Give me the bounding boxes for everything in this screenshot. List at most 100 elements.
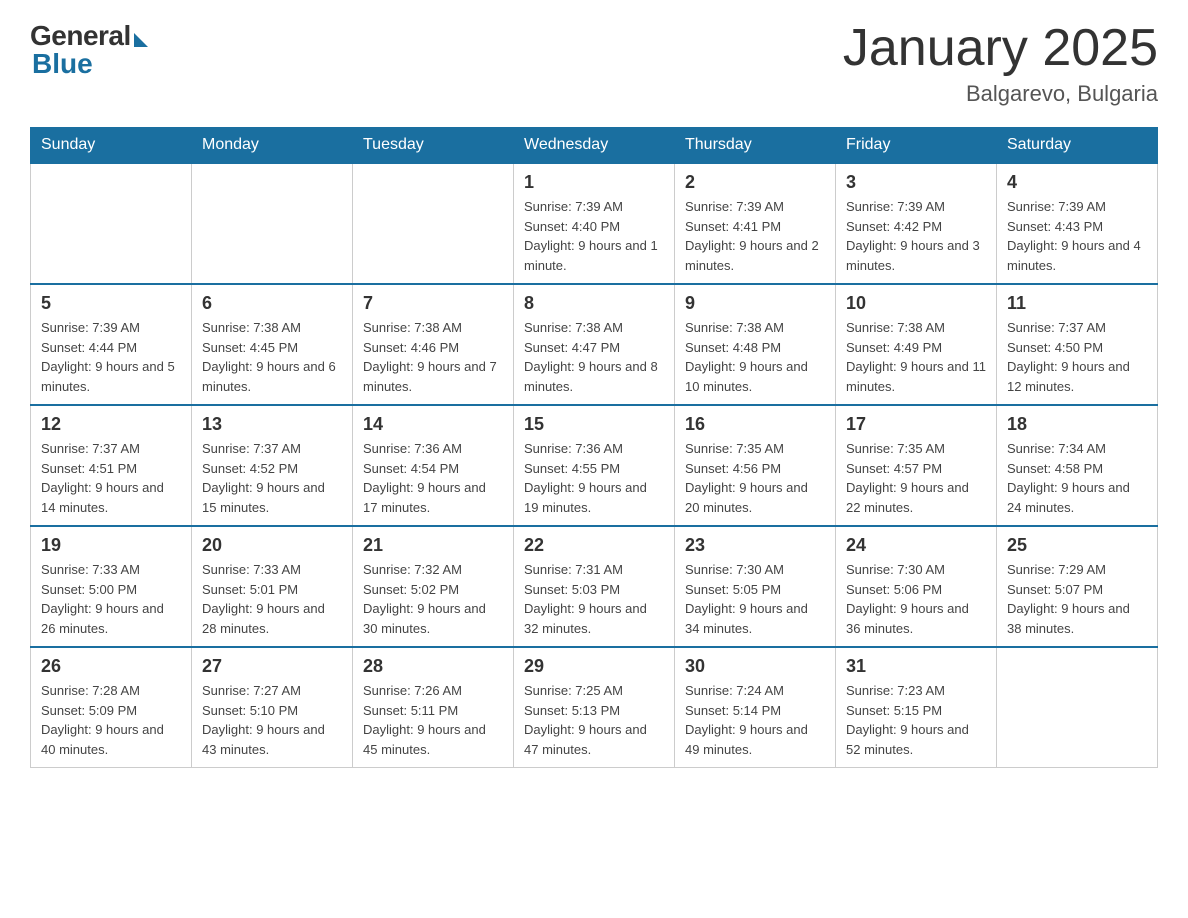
day-info: Sunrise: 7:33 AMSunset: 5:01 PMDaylight:… (202, 560, 342, 638)
day-info: Sunrise: 7:36 AMSunset: 4:54 PMDaylight:… (363, 439, 503, 517)
calendar-header-wednesday: Wednesday (514, 128, 675, 164)
day-number: 21 (363, 535, 503, 556)
day-number: 4 (1007, 172, 1147, 193)
calendar-cell: 17Sunrise: 7:35 AMSunset: 4:57 PMDayligh… (836, 405, 997, 526)
calendar-week-row-3: 19 Sunrise: 7:33 AMSunset: 5:00 PMDayligh… (31, 526, 1158, 647)
calendar-cell: 5 Sunrise: 7:39 AMSunset: 4:44 PMDaylight… (31, 284, 192, 405)
day-info: Sunrise: 7:38 AMSunset: 4:49 PMDaylight:… (846, 318, 986, 396)
day-number: 5 (41, 293, 181, 314)
day-number: 15 (524, 414, 664, 435)
calendar-header-row: SundayMondayTuesdayWednesdayThursdayFrid… (31, 128, 1158, 164)
day-number: 6 (202, 293, 342, 314)
title-section: January 2025 Balgarevo, Bulgaria (843, 20, 1158, 107)
calendar-header-monday: Monday (192, 128, 353, 164)
calendar-cell: 10 Sunrise: 7:38 AMSunset: 4:49 PMDayligh… (836, 284, 997, 405)
calendar-cell: 3 Sunrise: 7:39 AMSunset: 4:42 PMDaylight… (836, 163, 997, 284)
calendar-cell: 6 Sunrise: 7:38 AMSunset: 4:45 PMDaylight… (192, 284, 353, 405)
day-info: Sunrise: 7:29 AMSunset: 5:07 PMDaylight:… (1007, 560, 1147, 638)
day-number: 10 (846, 293, 986, 314)
logo-blue-text: Blue (32, 48, 93, 80)
day-number: 30 (685, 656, 825, 677)
day-number: 1 (524, 172, 664, 193)
calendar-cell: 8Sunrise: 7:38 AMSunset: 4:47 PMDaylight… (514, 284, 675, 405)
calendar-cell: 20Sunrise: 7:33 AMSunset: 5:01 PMDayligh… (192, 526, 353, 647)
day-info: Sunrise: 7:23 AMSunset: 5:15 PMDaylight:… (846, 681, 986, 759)
day-info: Sunrise: 7:39 AMSunset: 4:42 PMDaylight:… (846, 197, 986, 275)
calendar-cell: 29Sunrise: 7:25 AMSunset: 5:13 PMDayligh… (514, 647, 675, 768)
day-number: 2 (685, 172, 825, 193)
calendar-cell: 14 Sunrise: 7:36 AMSunset: 4:54 PMDayligh… (353, 405, 514, 526)
day-number: 24 (846, 535, 986, 556)
calendar-cell: 15Sunrise: 7:36 AMSunset: 4:55 PMDayligh… (514, 405, 675, 526)
calendar-cell: 22 Sunrise: 7:31 AMSunset: 5:03 PMDayligh… (514, 526, 675, 647)
day-number: 11 (1007, 293, 1147, 314)
calendar-cell: 7 Sunrise: 7:38 AMSunset: 4:46 PMDaylight… (353, 284, 514, 405)
day-number: 31 (846, 656, 986, 677)
calendar-week-row-1: 5 Sunrise: 7:39 AMSunset: 4:44 PMDaylight… (31, 284, 1158, 405)
day-number: 16 (685, 414, 825, 435)
day-info: Sunrise: 7:38 AMSunset: 4:47 PMDaylight:… (524, 318, 664, 396)
day-info: Sunrise: 7:38 AMSunset: 4:45 PMDaylight:… (202, 318, 342, 396)
day-info: Sunrise: 7:32 AMSunset: 5:02 PMDaylight:… (363, 560, 503, 638)
calendar-header-sunday: Sunday (31, 128, 192, 164)
day-info: Sunrise: 7:39 AMSunset: 4:43 PMDaylight:… (1007, 197, 1147, 275)
calendar-cell: 19 Sunrise: 7:33 AMSunset: 5:00 PMDayligh… (31, 526, 192, 647)
day-info: Sunrise: 7:31 AMSunset: 5:03 PMDaylight:… (524, 560, 664, 638)
calendar-cell: 21 Sunrise: 7:32 AMSunset: 5:02 PMDayligh… (353, 526, 514, 647)
calendar-cell: 11 Sunrise: 7:37 AMSunset: 4:50 PMDayligh… (997, 284, 1158, 405)
calendar-cell: 18 Sunrise: 7:34 AMSunset: 4:58 PMDayligh… (997, 405, 1158, 526)
day-number: 9 (685, 293, 825, 314)
day-info: Sunrise: 7:24 AMSunset: 5:14 PMDaylight:… (685, 681, 825, 759)
day-info: Sunrise: 7:39 AMSunset: 4:41 PMDaylight:… (685, 197, 825, 275)
day-info: Sunrise: 7:33 AMSunset: 5:00 PMDaylight:… (41, 560, 181, 638)
day-number: 25 (1007, 535, 1147, 556)
day-number: 18 (1007, 414, 1147, 435)
day-number: 28 (363, 656, 503, 677)
calendar-cell: 1 Sunrise: 7:39 AMSunset: 4:40 PMDaylight… (514, 163, 675, 284)
day-info: Sunrise: 7:25 AMSunset: 5:13 PMDaylight:… (524, 681, 664, 759)
day-info: Sunrise: 7:30 AMSunset: 5:06 PMDaylight:… (846, 560, 986, 638)
calendar-header-friday: Friday (836, 128, 997, 164)
day-info: Sunrise: 7:37 AMSunset: 4:50 PMDaylight:… (1007, 318, 1147, 396)
logo: General Blue (30, 20, 148, 80)
month-title: January 2025 (843, 20, 1158, 77)
calendar-cell: 16 Sunrise: 7:35 AMSunset: 4:56 PMDayligh… (675, 405, 836, 526)
day-info: Sunrise: 7:39 AMSunset: 4:44 PMDaylight:… (41, 318, 181, 396)
day-info: Sunrise: 7:38 AMSunset: 4:46 PMDaylight:… (363, 318, 503, 396)
day-number: 27 (202, 656, 342, 677)
day-number: 23 (685, 535, 825, 556)
day-info: Sunrise: 7:27 AMSunset: 5:10 PMDaylight:… (202, 681, 342, 759)
calendar-header-thursday: Thursday (675, 128, 836, 164)
day-info: Sunrise: 7:26 AMSunset: 5:11 PMDaylight:… (363, 681, 503, 759)
calendar-table: SundayMondayTuesdayWednesdayThursdayFrid… (30, 127, 1158, 768)
calendar-cell (31, 163, 192, 284)
calendar-cell: 9 Sunrise: 7:38 AMSunset: 4:48 PMDaylight… (675, 284, 836, 405)
calendar-cell: 24 Sunrise: 7:30 AMSunset: 5:06 PMDayligh… (836, 526, 997, 647)
calendar-cell (997, 647, 1158, 768)
day-info: Sunrise: 7:34 AMSunset: 4:58 PMDaylight:… (1007, 439, 1147, 517)
calendar-cell: 12Sunrise: 7:37 AMSunset: 4:51 PMDayligh… (31, 405, 192, 526)
calendar-cell (192, 163, 353, 284)
calendar-cell: 27 Sunrise: 7:27 AMSunset: 5:10 PMDayligh… (192, 647, 353, 768)
day-number: 14 (363, 414, 503, 435)
calendar-cell: 4 Sunrise: 7:39 AMSunset: 4:43 PMDaylight… (997, 163, 1158, 284)
day-info: Sunrise: 7:39 AMSunset: 4:40 PMDaylight:… (524, 197, 664, 275)
day-number: 3 (846, 172, 986, 193)
calendar-cell: 26Sunrise: 7:28 AMSunset: 5:09 PMDayligh… (31, 647, 192, 768)
day-info: Sunrise: 7:38 AMSunset: 4:48 PMDaylight:… (685, 318, 825, 396)
calendar-cell: 2 Sunrise: 7:39 AMSunset: 4:41 PMDaylight… (675, 163, 836, 284)
day-number: 22 (524, 535, 664, 556)
calendar-cell: 25 Sunrise: 7:29 AMSunset: 5:07 PMDayligh… (997, 526, 1158, 647)
day-number: 19 (41, 535, 181, 556)
calendar-cell: 23Sunrise: 7:30 AMSunset: 5:05 PMDayligh… (675, 526, 836, 647)
calendar-week-row-0: 1 Sunrise: 7:39 AMSunset: 4:40 PMDaylight… (31, 163, 1158, 284)
day-number: 17 (846, 414, 986, 435)
day-info: Sunrise: 7:37 AMSunset: 4:52 PMDaylight:… (202, 439, 342, 517)
day-info: Sunrise: 7:35 AMSunset: 4:56 PMDaylight:… (685, 439, 825, 517)
calendar-cell: 13Sunrise: 7:37 AMSunset: 4:52 PMDayligh… (192, 405, 353, 526)
calendar-cell: 30 Sunrise: 7:24 AMSunset: 5:14 PMDayligh… (675, 647, 836, 768)
calendar-cell: 28 Sunrise: 7:26 AMSunset: 5:11 PMDayligh… (353, 647, 514, 768)
day-number: 7 (363, 293, 503, 314)
calendar-cell (353, 163, 514, 284)
day-number: 12 (41, 414, 181, 435)
